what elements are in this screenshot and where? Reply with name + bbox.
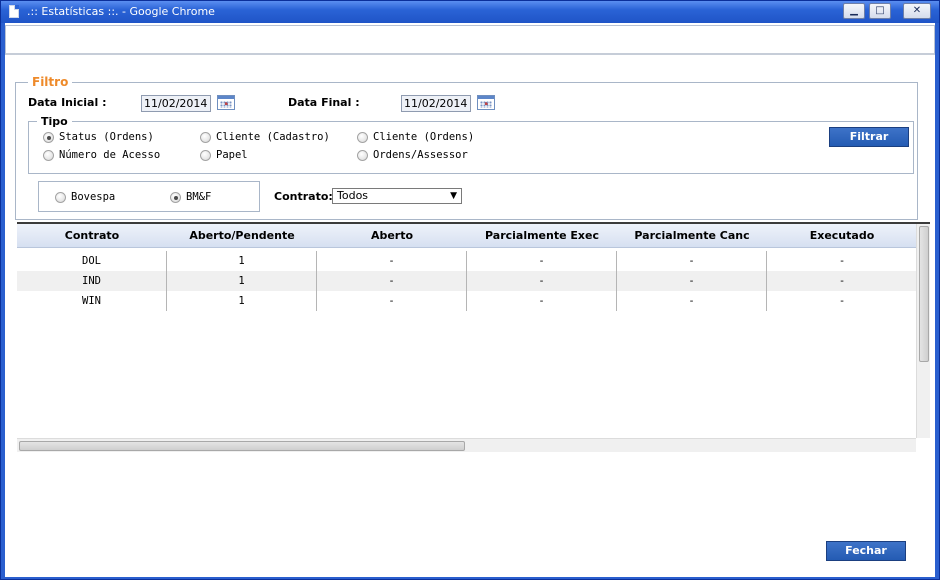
contract-label: Contrato: <box>274 190 333 203</box>
radio-bovespa[interactable]: Bovespa <box>55 191 115 203</box>
page-content: Filtro Data Inicial : 11/02/2014 Data Fi… <box>5 23 935 577</box>
window-title: .:: Estatísticas ::. - Google Chrome <box>27 5 215 18</box>
table-cell: 1 <box>167 251 317 271</box>
table-cell: - <box>617 291 767 311</box>
statistics-grid: Contrato Aberto/Pendente Aberto Parcialm… <box>17 222 930 452</box>
vertical-scrollbar[interactable] <box>916 224 930 438</box>
table-row[interactable]: DOL 1 - - - - <box>17 251 916 271</box>
start-date-input[interactable]: 11/02/2014 <box>141 95 211 112</box>
table-cell: - <box>617 251 767 271</box>
horizontal-scrollbar[interactable] <box>17 438 916 452</box>
radio-bmf[interactable]: BM&F <box>170 191 211 203</box>
vertical-scroll-thumb[interactable] <box>919 226 929 362</box>
contract-select-value: Todos <box>337 189 369 202</box>
address-bar[interactable] <box>5 25 935 55</box>
table-cell: - <box>317 291 467 311</box>
minimize-button[interactable]: ▁ <box>843 3 865 19</box>
radio-papel[interactable]: Papel <box>200 149 248 161</box>
column-header-aberto[interactable]: Aberto <box>317 224 467 247</box>
title-bar[interactable]: .:: Estatísticas ::. - Google Chrome ▁ □… <box>1 1 939 23</box>
radio-ordens-assessor[interactable]: Ordens/Assessor <box>357 149 468 161</box>
radio-dot[interactable] <box>43 131 54 143</box>
document-icon <box>9 5 19 18</box>
radio-dot[interactable] <box>357 131 368 143</box>
table-cell: - <box>617 271 767 291</box>
table-row[interactable]: IND 1 - - - - <box>17 271 916 291</box>
radio-dot[interactable] <box>200 149 211 161</box>
end-date-calendar-icon[interactable] <box>477 95 495 110</box>
radio-dot[interactable] <box>170 191 181 203</box>
table-cell: - <box>467 251 617 271</box>
type-group: Tipo Status (Ordens) Cliente (Cadastro) … <box>28 115 914 174</box>
radio-cliente-ordens[interactable]: Cliente (Ordens) <box>357 131 474 143</box>
table-cell: - <box>838 295 846 307</box>
close-button[interactable]: ✕ <box>903 3 931 19</box>
contract-select[interactable]: Todos ▼ <box>332 188 462 204</box>
filter-button[interactable]: Filtrar <box>829 127 909 147</box>
radio-cliente-cadastro[interactable]: Cliente (Cadastro) <box>200 131 330 143</box>
start-date-calendar-icon[interactable] <box>217 95 235 110</box>
radio-dot[interactable] <box>357 149 368 161</box>
radio-status-ordens[interactable]: Status (Ordens) <box>43 131 154 143</box>
table-cell: - <box>838 255 846 267</box>
market-group: Bovespa BM&F <box>38 181 260 212</box>
radio-numero-acesso[interactable]: Número de Acesso <box>43 149 160 161</box>
column-header-parcialmente-exec[interactable]: Parcialmente Exec <box>467 224 617 247</box>
table-row[interactable]: WIN 1 - - - - <box>17 291 916 311</box>
grid-header: Contrato Aberto/Pendente Aberto Parcialm… <box>17 224 916 248</box>
grid-body: DOL 1 - - - - IND 1 - - - - WIN 1 - - - … <box>17 251 916 311</box>
table-cell: - <box>317 271 467 291</box>
table-cell: - <box>838 275 846 287</box>
close-dialog-button[interactable]: Fechar <box>826 541 906 561</box>
table-cell: IND <box>17 271 167 291</box>
type-legend: Tipo <box>37 115 72 128</box>
table-cell: - <box>467 291 617 311</box>
end-date-label: Data Final : <box>288 96 360 109</box>
horizontal-scroll-thumb[interactable] <box>19 441 465 451</box>
radio-dot[interactable] <box>200 131 211 143</box>
maximize-button[interactable]: □ <box>869 3 891 19</box>
table-cell: - <box>467 271 617 291</box>
table-cell: - <box>317 251 467 271</box>
table-cell: WIN <box>17 291 167 311</box>
table-cell: 1 <box>167 271 317 291</box>
chevron-down-icon[interactable]: ▼ <box>450 189 457 203</box>
column-header-parcialmente-canc[interactable]: Parcialmente Canc <box>617 224 767 247</box>
browser-window: .:: Estatísticas ::. - Google Chrome ▁ □… <box>0 0 940 580</box>
filter-legend: Filtro <box>28 75 73 89</box>
end-date-input[interactable]: 11/02/2014 <box>401 95 471 112</box>
column-header-contrato[interactable]: Contrato <box>17 224 167 247</box>
radio-dot[interactable] <box>55 191 66 203</box>
filter-group: Filtro Data Inicial : 11/02/2014 Data Fi… <box>15 75 918 220</box>
table-cell: 1 <box>167 291 317 311</box>
table-cell: DOL <box>17 251 167 271</box>
column-header-executado[interactable]: Executado <box>767 224 917 247</box>
column-header-aberto-pendente[interactable]: Aberto/Pendente <box>167 224 317 247</box>
start-date-label: Data Inicial : <box>28 96 107 109</box>
radio-dot[interactable] <box>43 149 54 161</box>
